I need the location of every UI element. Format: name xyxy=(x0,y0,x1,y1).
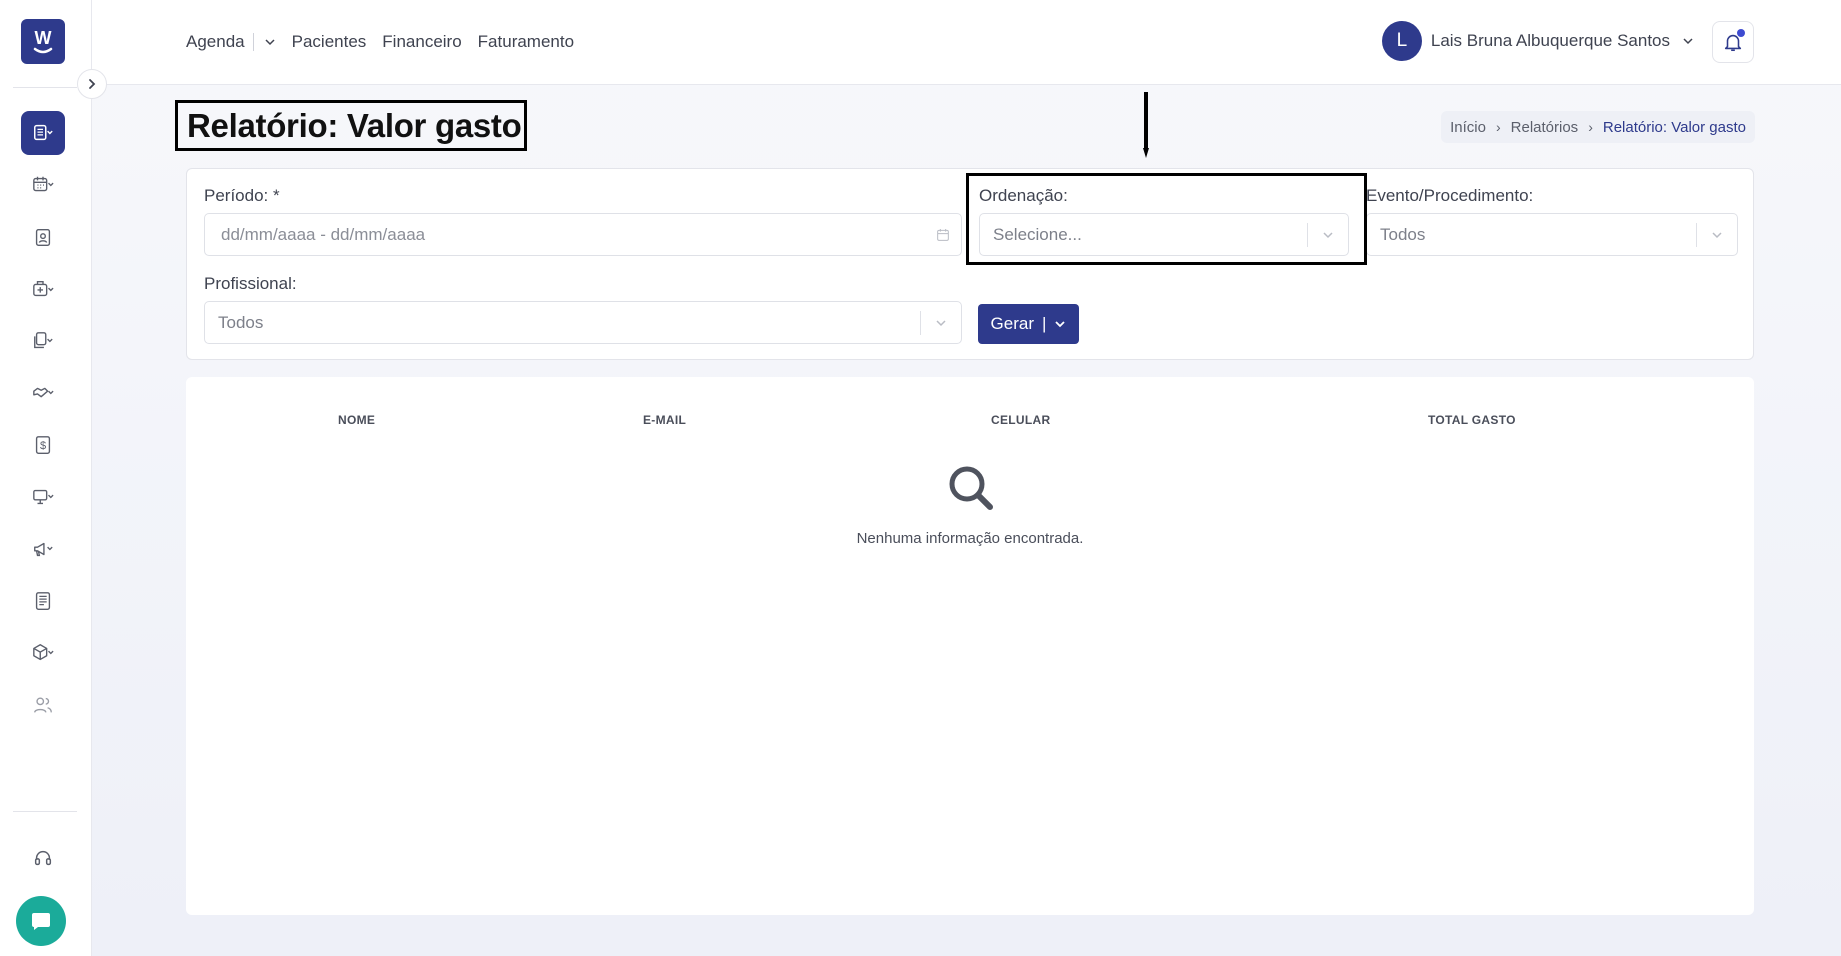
sidebar-divider xyxy=(13,87,77,88)
reports-icon xyxy=(34,124,53,141)
dollar-icon: $ xyxy=(35,436,51,454)
svg-text:$: $ xyxy=(40,440,46,452)
results-table: NOME E-MAIL CELULAR TOTAL GASTO Nenhuma … xyxy=(186,377,1754,915)
chevron-down-icon[interactable] xyxy=(264,36,276,48)
page-title-box: Relatório: Valor gasto xyxy=(175,100,527,151)
gerar-button[interactable]: Gerar | xyxy=(978,304,1079,344)
sidebar-item-inventory[interactable] xyxy=(21,631,65,675)
sidebar-item-clinic[interactable] xyxy=(21,267,65,311)
breadcrumb: Início › Relatórios › Relatório: Valor g… xyxy=(1441,111,1755,143)
nav-pacientes[interactable]: Pacientes xyxy=(292,32,367,52)
nav-faturamento[interactable]: Faturamento xyxy=(478,32,574,52)
user-menu[interactable]: L Lais Bruna Albuquerque Santos xyxy=(1381,21,1694,61)
sidebar-item-reports[interactable] xyxy=(21,111,65,155)
column-header-celular[interactable]: CELULAR xyxy=(991,413,1050,427)
sidebar-item-monitor[interactable] xyxy=(21,475,65,519)
notification-dot xyxy=(1737,29,1745,37)
evento-label: Evento/Procedimento: xyxy=(1366,186,1534,205)
sidebar: W $ xyxy=(0,0,92,956)
page-title: Relatório: Valor gasto xyxy=(187,106,522,144)
box-icon xyxy=(33,644,54,661)
profissional-label: Profissional: xyxy=(204,274,297,293)
breadcrumb-home[interactable]: Início xyxy=(1450,119,1486,136)
nav-agenda[interactable]: Agenda xyxy=(186,32,276,52)
app-logo[interactable]: W xyxy=(21,19,65,64)
empty-state-message: Nenhuma informação encontrada. xyxy=(856,530,1084,547)
sidebar-item-users[interactable] xyxy=(21,683,65,727)
logo-icon: W xyxy=(33,28,53,53)
nav-separator xyxy=(252,33,254,51)
sidebar-item-calendar[interactable] xyxy=(21,163,65,207)
chat-button[interactable] xyxy=(16,896,66,946)
avatar[interactable]: L xyxy=(1381,21,1422,61)
patient-card-icon xyxy=(35,228,51,246)
button-separator: | xyxy=(1042,314,1047,333)
sidebar-item-finance[interactable]: $ xyxy=(21,423,65,467)
sidebar-item-documents[interactable] xyxy=(21,319,65,363)
sidebar-expand-button[interactable] xyxy=(77,69,107,99)
megaphone-icon xyxy=(34,542,53,557)
breadcrumb-reports[interactable]: Relatórios xyxy=(1511,119,1579,136)
chevron-down-icon[interactable] xyxy=(1697,229,1737,241)
users-icon xyxy=(34,697,52,713)
nav-agenda-label[interactable]: Agenda xyxy=(186,32,245,52)
chevron-right-icon xyxy=(89,79,96,89)
clinic-icon xyxy=(33,280,54,297)
column-header-nome[interactable]: NOME xyxy=(338,413,375,427)
sidebar-item-marketing[interactable] xyxy=(21,527,65,571)
chevron-right-icon: › xyxy=(1495,119,1501,135)
handshake-icon xyxy=(33,387,54,398)
calendar-icon[interactable] xyxy=(935,227,951,243)
notifications-button[interactable] xyxy=(1712,21,1754,63)
monitor-icon xyxy=(33,489,54,505)
top-navbar: Agenda Pacientes Financeiro Faturamento … xyxy=(92,0,1841,85)
documents-icon xyxy=(34,332,53,349)
profissional-select[interactable]: Todos xyxy=(204,301,962,344)
evento-select[interactable]: Todos xyxy=(1366,213,1738,256)
breadcrumb-current: Relatório: Valor gasto xyxy=(1602,118,1746,136)
periodo-label: Período: * xyxy=(204,186,280,205)
annotation-arrow xyxy=(1143,92,1149,158)
svg-text:W: W xyxy=(35,28,52,48)
chevron-down-icon[interactable] xyxy=(921,317,961,329)
gerar-label: Gerar xyxy=(990,314,1035,333)
chevron-down-icon[interactable] xyxy=(1682,35,1694,47)
newspaper-icon xyxy=(35,592,51,610)
calendar-icon xyxy=(33,176,54,192)
sidebar-item-patients[interactable] xyxy=(21,215,65,259)
chevron-right-icon: › xyxy=(1588,119,1593,135)
column-header-total-gasto[interactable]: TOTAL GASTO xyxy=(1428,413,1516,427)
sidebar-item-agreements[interactable] xyxy=(21,371,65,415)
headset-icon xyxy=(34,850,52,866)
profissional-value: Todos xyxy=(218,312,264,332)
search-icon xyxy=(949,466,993,510)
sidebar-item-support[interactable] xyxy=(21,836,65,880)
column-header-email[interactable]: E-MAIL xyxy=(643,413,686,427)
chat-icon xyxy=(32,913,50,930)
nav-financeiro[interactable]: Financeiro xyxy=(382,32,461,52)
main-nav: Agenda Pacientes Financeiro Faturamento xyxy=(186,32,590,52)
chevron-down-icon[interactable] xyxy=(1054,318,1066,330)
sidebar-divider xyxy=(13,811,77,812)
periodo-input[interactable]: dd/mm/aaaa - dd/mm/aaaa xyxy=(204,213,962,256)
user-name[interactable]: Lais Bruna Albuquerque Santos xyxy=(1431,31,1670,51)
evento-value: Todos xyxy=(1380,224,1426,244)
sidebar-item-news[interactable] xyxy=(21,579,65,623)
annotation-highlight xyxy=(966,173,1367,265)
periodo-placeholder: dd/mm/aaaa - dd/mm/aaaa xyxy=(221,224,426,244)
